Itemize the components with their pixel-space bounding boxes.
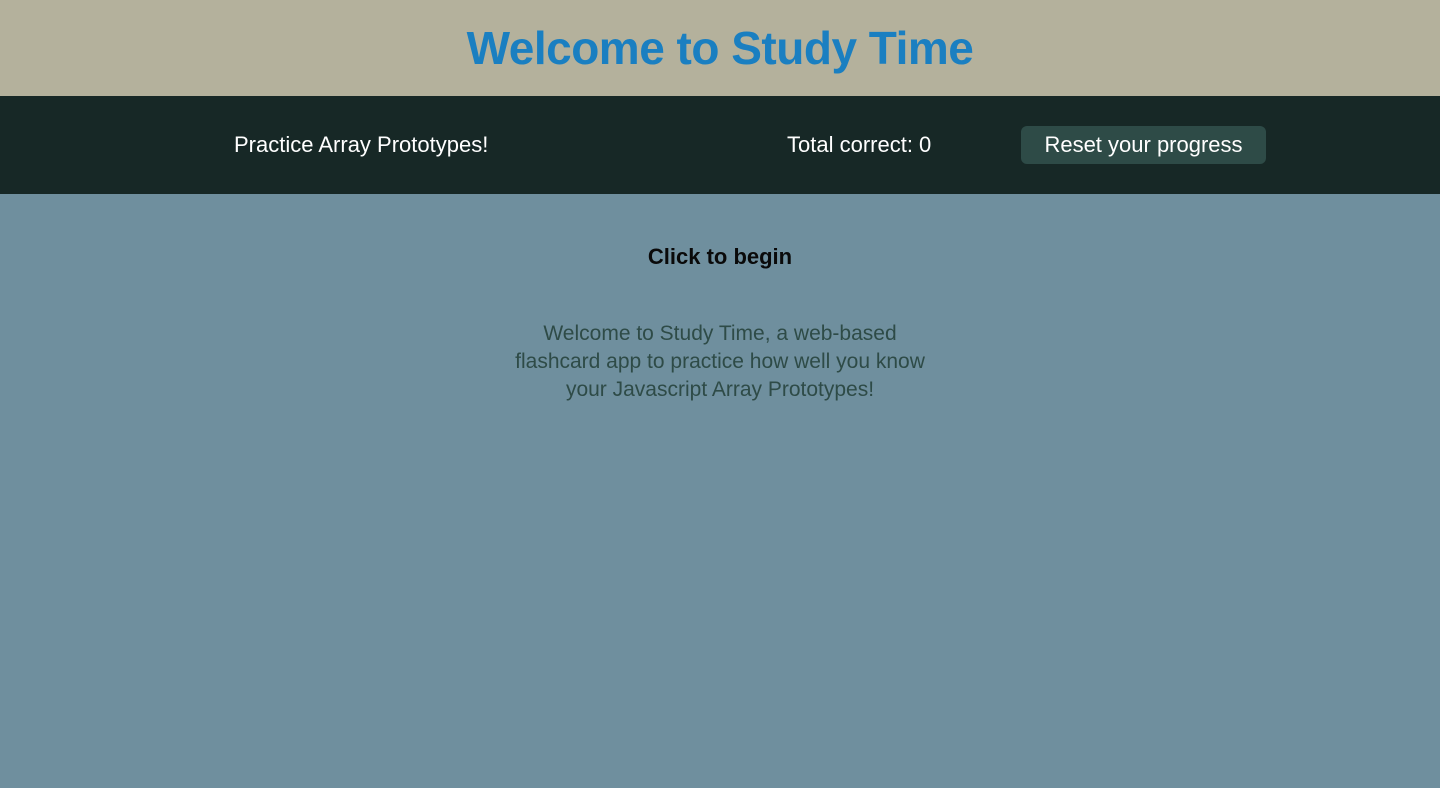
main-content: Click to begin Welcome to Study Time, a … bbox=[0, 194, 1440, 788]
click-to-begin[interactable]: Click to begin bbox=[648, 244, 792, 270]
practice-label: Practice Array Prototypes! bbox=[234, 132, 489, 157]
page-title: Welcome to Study Time bbox=[466, 22, 974, 74]
total-correct-counter: Total correct: 0 bbox=[787, 132, 932, 157]
intro-text: Welcome to Study Time, a web-based flash… bbox=[515, 322, 925, 401]
reset-progress-button[interactable]: Reset your progress bbox=[1021, 126, 1266, 164]
nav-bar: Practice Array Prototypes! Total correct… bbox=[0, 96, 1440, 194]
page: Welcome to Study Time Practice Array Pro… bbox=[0, 0, 1440, 788]
title-bar: Welcome to Study Time bbox=[0, 0, 1440, 96]
